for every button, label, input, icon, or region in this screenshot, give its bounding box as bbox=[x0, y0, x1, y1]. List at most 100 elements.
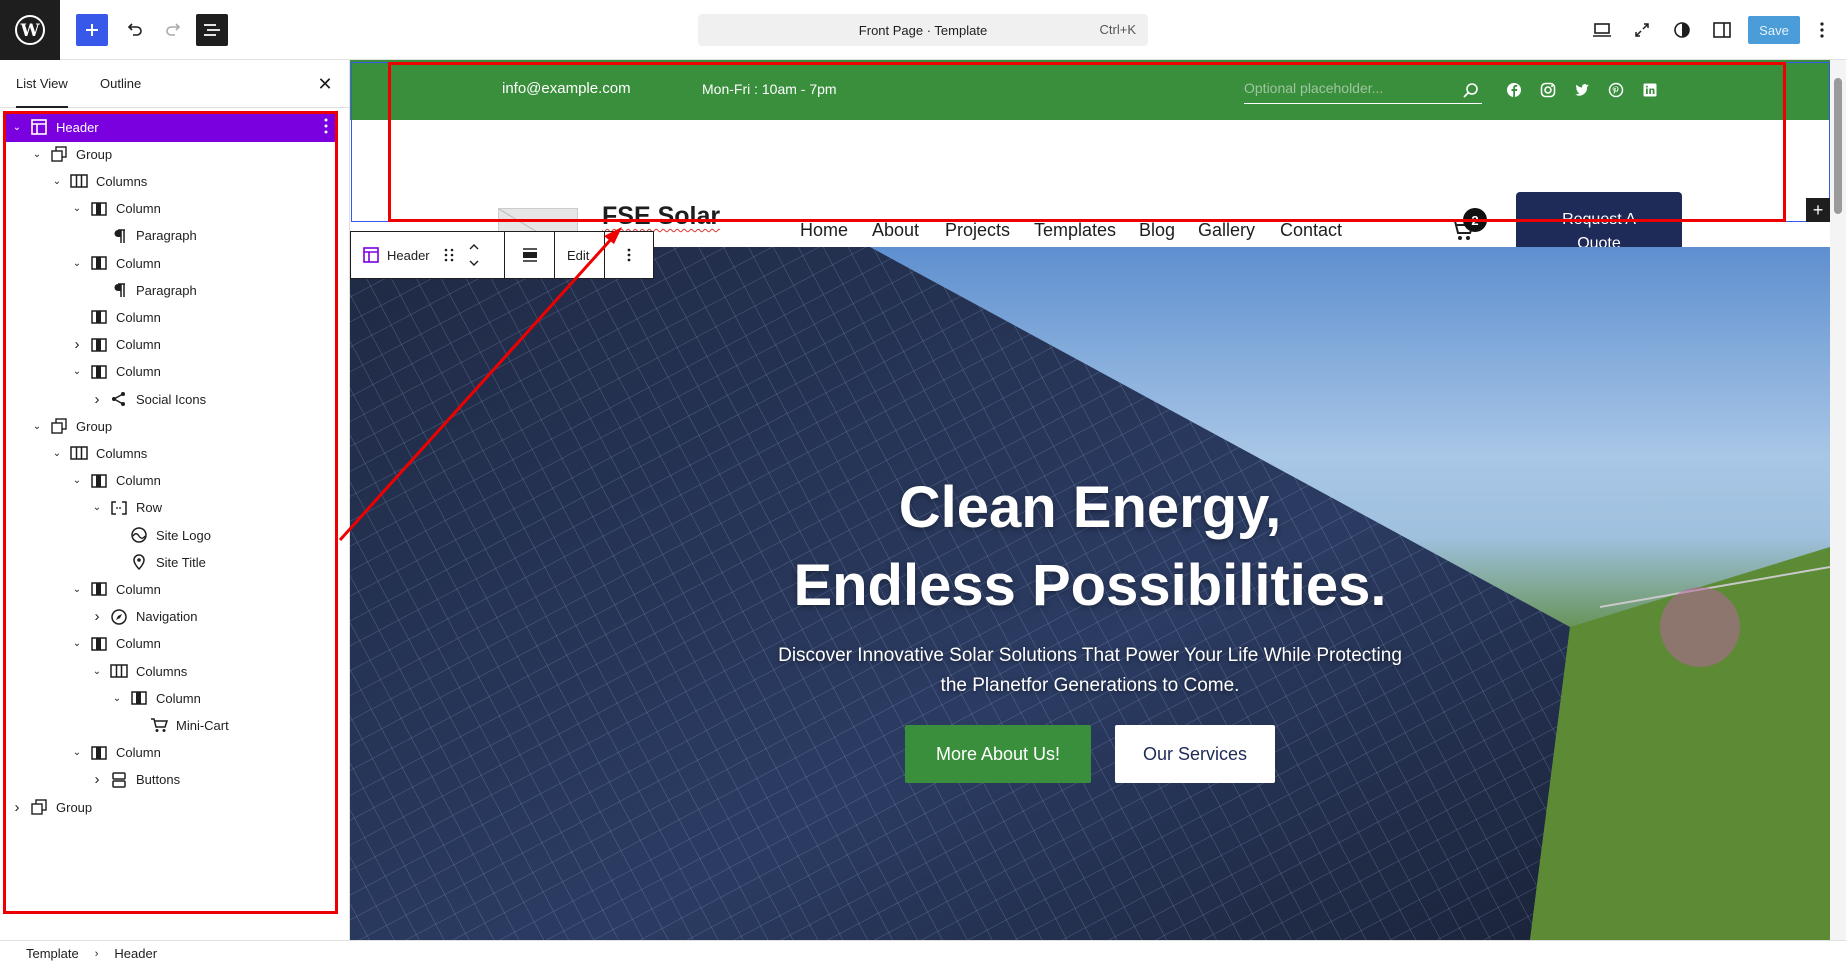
list-view-item[interactable]: ⌄ Column bbox=[4, 738, 338, 768]
desktop-icon bbox=[1593, 23, 1611, 37]
block-switcher[interactable]: Header bbox=[351, 232, 505, 278]
more-vertical-icon[interactable] bbox=[324, 118, 328, 137]
chevron-right-icon: › bbox=[94, 947, 99, 960]
chevron-down-icon[interactable]: ⌄ bbox=[50, 176, 64, 187]
our-services-button[interactable]: Our Services bbox=[1115, 725, 1275, 783]
chevron-right-icon[interactable]: › bbox=[90, 771, 104, 788]
settings-sidebar-button[interactable] bbox=[1706, 14, 1738, 46]
wordpress-logo-button[interactable]: W bbox=[0, 0, 60, 60]
chevron-down-icon[interactable]: ⌄ bbox=[70, 475, 84, 486]
list-view-item[interactable]: ⌄ Column bbox=[4, 357, 338, 387]
list-view-item[interactable]: › Group bbox=[4, 792, 338, 822]
instagram-icon[interactable] bbox=[1540, 82, 1556, 98]
nav-item-contact[interactable]: Contact bbox=[1280, 220, 1342, 241]
tab-list-view[interactable]: List View bbox=[16, 60, 68, 108]
chevron-down-icon[interactable]: ⌄ bbox=[70, 747, 84, 758]
list-view-item[interactable]: Site Logo bbox=[4, 520, 338, 550]
list-view-item[interactable]: ⌄ Row bbox=[4, 493, 338, 523]
move-up-down-icon[interactable] bbox=[468, 242, 480, 268]
list-view-item[interactable]: › Buttons bbox=[4, 765, 338, 795]
chevron-down-icon[interactable]: ⌄ bbox=[10, 122, 24, 133]
scrollbar-thumb[interactable] bbox=[1834, 78, 1842, 214]
chevron-down-icon[interactable]: ⌄ bbox=[70, 258, 84, 269]
more-about-us-button[interactable]: More About Us! bbox=[905, 725, 1091, 783]
chevron-down-icon[interactable]: ⌄ bbox=[70, 584, 84, 595]
device-preview-button[interactable] bbox=[1586, 14, 1618, 46]
nav-item-about[interactable]: About bbox=[872, 220, 919, 241]
nav-item-blog[interactable]: Blog bbox=[1139, 220, 1175, 241]
drag-handle-icon[interactable] bbox=[444, 248, 454, 262]
chevron-down-icon[interactable]: ⌄ bbox=[70, 203, 84, 214]
chevron-down-icon[interactable]: ⌄ bbox=[30, 421, 44, 432]
chevron-down-icon[interactable]: ⌄ bbox=[90, 666, 104, 677]
column-icon bbox=[130, 690, 148, 706]
list-view-item[interactable]: Column bbox=[4, 302, 338, 332]
list-view-item[interactable]: ⌄ Column bbox=[4, 629, 338, 659]
nav-item-home[interactable]: Home bbox=[800, 220, 848, 241]
chevron-right-icon[interactable]: › bbox=[90, 391, 104, 408]
list-view-item[interactable]: ⌄ Header bbox=[4, 112, 338, 142]
list-view-item[interactable]: ⌄ Columns bbox=[4, 438, 338, 468]
edit-button[interactable]: Edit bbox=[555, 232, 605, 278]
canvas-scrollbar[interactable] bbox=[1830, 60, 1846, 940]
chevron-down-icon[interactable]: ⌄ bbox=[50, 448, 64, 459]
chevron-down-icon[interactable]: ⌄ bbox=[70, 638, 84, 649]
nav-item-gallery[interactable]: Gallery bbox=[1198, 220, 1255, 241]
chevron-right-icon[interactable]: › bbox=[10, 799, 24, 816]
add-block-button[interactable] bbox=[76, 14, 108, 46]
list-view-item[interactable]: ⌄ Column bbox=[4, 683, 338, 713]
cart-count-badge: 2 bbox=[1463, 208, 1487, 232]
list-view-item-label: Site Title bbox=[156, 554, 206, 570]
breadcrumb-item-header[interactable]: Header bbox=[114, 946, 157, 961]
zoom-out-button[interactable] bbox=[1626, 14, 1658, 46]
list-view-item[interactable]: ⌄ Column bbox=[4, 248, 338, 278]
search-icon[interactable] bbox=[1462, 82, 1480, 100]
nav-item-templates[interactable]: Templates bbox=[1034, 220, 1116, 241]
list-view-item-label: Column bbox=[116, 255, 161, 271]
undo-button[interactable] bbox=[118, 14, 150, 46]
inserter-button[interactable]: + bbox=[1806, 198, 1830, 222]
list-view-item[interactable]: Paragraph bbox=[4, 221, 338, 251]
chevron-down-icon[interactable]: ⌄ bbox=[30, 149, 44, 160]
redo-button[interactable] bbox=[158, 14, 190, 46]
list-view-item[interactable]: ⌄ Column bbox=[4, 466, 338, 496]
list-view-item[interactable]: ⌄ Group bbox=[4, 139, 338, 169]
document-overview-button[interactable] bbox=[196, 14, 228, 46]
chevron-down-icon[interactable]: ⌄ bbox=[90, 502, 104, 513]
hero-cover[interactable]: Clean Energy, Endless Possibilities. Dis… bbox=[350, 247, 1830, 940]
list-view-item[interactable]: ⌄ Columns bbox=[4, 166, 338, 196]
close-sidebar-button[interactable]: ✕ bbox=[315, 74, 335, 94]
list-view-item[interactable]: ⌄ Column bbox=[4, 194, 338, 224]
facebook-icon[interactable] bbox=[1506, 82, 1522, 98]
styles-button[interactable] bbox=[1666, 14, 1698, 46]
chevron-right-icon[interactable]: › bbox=[70, 336, 84, 353]
linkedin-icon[interactable] bbox=[1642, 82, 1658, 98]
chevron-down-icon[interactable]: ⌄ bbox=[110, 693, 124, 704]
tab-outline[interactable]: Outline bbox=[100, 60, 141, 108]
editor-top-bar: W Front Page · Template Ctrl+K Save bbox=[0, 0, 1846, 60]
list-view-item[interactable]: Mini-Cart bbox=[4, 710, 338, 740]
block-options-button[interactable] bbox=[605, 232, 653, 278]
group-icon bbox=[50, 146, 68, 162]
align-button[interactable] bbox=[505, 232, 555, 278]
pinterest-icon[interactable] bbox=[1608, 82, 1624, 98]
chevron-right-icon[interactable]: › bbox=[90, 608, 104, 625]
map-pin-icon bbox=[130, 554, 148, 571]
list-view-item[interactable]: ⌄ Group bbox=[4, 411, 338, 441]
breadcrumb-item-template[interactable]: Template bbox=[26, 946, 79, 961]
list-view-item[interactable]: ⌄ Columns bbox=[4, 656, 338, 686]
list-view-item-label: Column bbox=[116, 364, 161, 380]
list-view-item[interactable]: › Navigation bbox=[4, 602, 338, 632]
twitter-icon[interactable] bbox=[1574, 82, 1590, 98]
nav-item-projects[interactable]: Projects bbox=[945, 220, 1010, 241]
list-view-item[interactable]: › Column bbox=[4, 330, 338, 360]
list-view-item[interactable]: Paragraph bbox=[4, 275, 338, 305]
save-button[interactable]: Save bbox=[1748, 16, 1800, 44]
options-menu-button[interactable] bbox=[1810, 14, 1834, 46]
list-view-item[interactable]: ⌄ Column bbox=[4, 574, 338, 604]
chevron-down-icon[interactable]: ⌄ bbox=[70, 366, 84, 377]
search-input[interactable]: Optional placeholder... bbox=[1244, 80, 1482, 104]
command-palette-trigger[interactable]: Front Page · Template Ctrl+K bbox=[698, 14, 1148, 46]
list-view-item[interactable]: › Social Icons bbox=[4, 384, 338, 414]
list-view-item[interactable]: Site Title bbox=[4, 547, 338, 577]
